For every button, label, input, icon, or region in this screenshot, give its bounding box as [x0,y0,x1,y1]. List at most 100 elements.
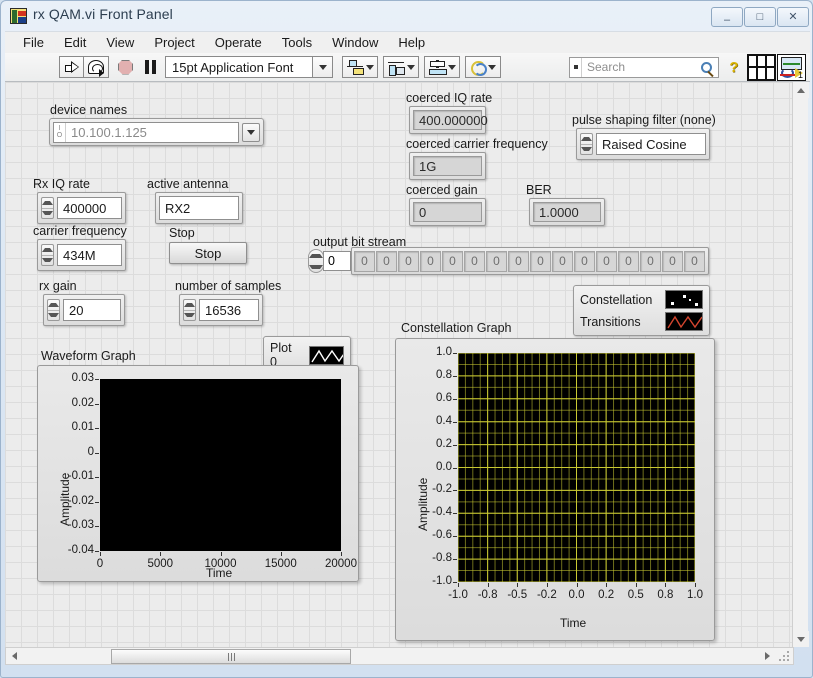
axis-tick-mark [453,421,457,423]
pulse-shaping-filter-value[interactable]: Raised Cosine [596,133,706,155]
waveform-plot-style-swatch[interactable] [309,345,344,365]
reorder-button[interactable] [465,56,501,78]
scroll-down-button[interactable] [793,631,809,647]
horizontal-scrollbar[interactable] [5,647,794,665]
chevron-down-icon [447,64,456,70]
search-icon[interactable] [701,61,712,73]
menu-item-project[interactable]: Project [144,33,204,52]
menu-item-edit[interactable]: Edit [54,33,96,52]
axis-tick-mark [453,490,457,492]
chevron-down-icon [797,636,805,642]
device-names-input[interactable]: IO 10.100.1.125 [53,121,239,143]
resize-objects-button[interactable] [424,56,460,78]
constellation-plot-area[interactable] [457,352,696,583]
output-bit-stream-cell: 0 [662,250,683,272]
output-bit-stream-cell: 0 [640,250,661,272]
rx-iq-rate-stepper[interactable] [41,197,54,219]
axis-tick-mark [606,583,608,587]
chevron-down-icon [184,313,195,318]
font-selector[interactable]: 15pt Application Font [165,56,313,78]
output-bit-stream-cell: 0 [508,250,529,272]
vertical-scrollbar[interactable] [792,82,809,647]
resize-grip[interactable] [779,651,791,663]
run-arrow-icon [64,60,79,74]
distribute-objects-button[interactable] [383,56,419,78]
labview-front-panel-window: rx QAM.vi Front Panel – □ ✕ File Edit Vi… [0,0,813,678]
axis-tick-mark [453,467,457,469]
menu-item-window[interactable]: Window [322,33,388,52]
abort-execution-icon [118,59,133,75]
carrier-frequency-value[interactable]: 434M [57,244,122,266]
axis-tick-mark [517,583,519,587]
legend-row[interactable]: Constellation [580,290,703,309]
stop-button[interactable]: Stop [169,242,247,264]
search-input[interactable]: Search [569,56,719,78]
scroll-left-button[interactable] [6,648,22,664]
constellation-grid [457,352,696,583]
axis-tick-label: 0.0 [436,460,452,473]
waveform-graph-title: Waveform Graph [41,349,136,363]
number-of-samples-control[interactable]: 16536 [179,294,263,326]
transitions-plot-style-swatch[interactable] [665,312,703,331]
axis-tick-mark [341,552,342,556]
maximize-button[interactable]: □ [744,7,776,27]
constellation-graph-title: Constellation Graph [401,321,512,335]
legend-row[interactable]: Transitions [580,312,703,331]
rx-iq-rate-control[interactable]: 400000 [37,192,126,224]
abort-execution-button[interactable] [113,56,138,78]
run-continuously-button[interactable] [84,56,109,78]
menu-item-file[interactable]: File [13,33,54,52]
rx-gain-control[interactable]: 20 [43,294,125,326]
axis-tick-label: -0.8 [432,552,452,565]
carrier-frequency-control[interactable]: 434M [37,239,126,271]
device-names-dropdown[interactable] [242,122,260,142]
menu-item-operate[interactable]: Operate [205,33,272,52]
carrier-frequency-stepper[interactable] [41,244,54,266]
axis-tick-label: 10000 [204,558,237,570]
output-bit-stream-cell: 0 [486,250,507,272]
device-names-combo[interactable]: IO 10.100.1.125 [49,118,264,146]
output-bit-stream-cell: 0 [420,250,441,272]
rx-gain-stepper[interactable] [47,299,60,321]
menu-item-help[interactable]: Help [388,33,435,52]
constellation-graph[interactable]: Amplitude Time 1.0 0.8 0.6 0.4 0.2 0.0 -0.2 -0.… [395,338,715,641]
output-bit-stream-array: 0000000000000000 [351,247,709,275]
rx-gain-value[interactable]: 20 [63,299,121,321]
pulse-shaping-filter-control[interactable]: Raised Cosine [576,128,710,160]
output-bit-stream-index-value[interactable]: 0 [323,251,351,271]
scroll-up-button[interactable] [793,82,809,98]
menu-item-tools[interactable]: Tools [272,33,322,52]
scroll-right-button[interactable] [759,648,775,664]
pause-button[interactable] [138,56,163,78]
font-selector-dropdown[interactable] [313,56,333,78]
number-of-samples-value[interactable]: 16536 [199,299,259,321]
menu-item-view[interactable]: View [96,33,144,52]
waveform-graph[interactable]: Amplitude Time 0.03 0.02 0.01 0 -0.01 -0.02 -0… [37,365,359,582]
context-help-button[interactable]: ? [725,57,743,78]
waveform-plot-area[interactable] [100,379,341,551]
output-bit-stream-cell: 0 [618,250,639,272]
output-bit-stream-index-stepper[interactable] [308,249,324,273]
vi-icon[interactable]: 1 [777,53,806,81]
number-of-samples-stepper[interactable] [183,299,196,321]
active-antenna-control[interactable]: RX2 [155,192,243,224]
minimize-button[interactable]: – [711,7,743,27]
axis-tick-label: 0.02 [71,396,94,409]
align-objects-button[interactable] [342,56,378,78]
run-button[interactable] [59,56,84,78]
pulse-shaping-filter-stepper[interactable] [580,133,593,155]
output-bit-stream-cell: 0 [552,250,573,272]
rx-iq-rate-value[interactable]: 400000 [57,197,122,219]
output-bit-stream-cell: 0 [376,250,397,272]
chevron-up-icon [48,302,59,307]
search-placeholder: Search [587,60,626,74]
horizontal-scroll-thumb[interactable] [111,649,351,664]
coerced-iq-rate-label: coerced IQ rate [406,91,493,105]
output-bit-stream-cell: 0 [530,250,551,272]
active-antenna-value[interactable]: RX2 [159,196,239,220]
constellation-plot-legend[interactable]: Constellation Transitions [573,285,710,336]
close-button[interactable]: ✕ [777,7,809,27]
connector-pane-icon[interactable] [747,53,776,81]
constellation-plot-style-swatch[interactable] [665,290,703,309]
axis-tick-mark [453,513,457,515]
